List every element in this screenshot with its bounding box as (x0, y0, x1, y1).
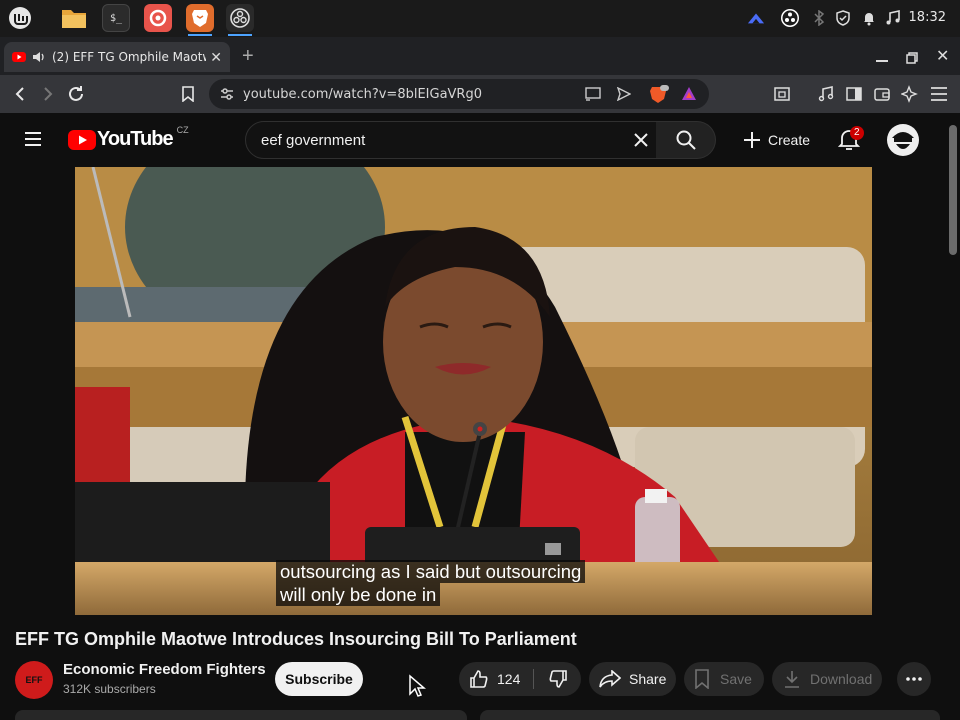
cast-icon[interactable] (585, 87, 601, 101)
media-controls-icon[interactable] (816, 84, 836, 104)
url-text: youtube.com/watch?v=8blEIGaVRg0 (243, 86, 482, 102)
description-box[interactable] (15, 710, 467, 720)
download-button[interactable]: Download (772, 662, 882, 696)
bookmark-icon[interactable] (178, 84, 198, 104)
plus-icon (744, 132, 760, 148)
speaker-icon[interactable] (32, 51, 46, 63)
caption-line-2: will only be done in (276, 583, 441, 606)
address-bar[interactable]: youtube.com/watch?v=8blEIGaVRg0 (209, 79, 709, 109)
subscribe-button[interactable]: Subscribe (275, 662, 363, 696)
obs-icon[interactable] (226, 4, 254, 36)
notification-badge: 2 (850, 126, 864, 140)
close-window-button[interactable]: ✕ (936, 46, 949, 66)
save-button[interactable]: Save (684, 662, 764, 696)
search-icon (676, 130, 696, 150)
video-frame (75, 167, 872, 615)
search-value: eef government (261, 131, 366, 149)
share-button[interactable]: Share (589, 662, 676, 696)
clock[interactable]: 18:32 (909, 10, 946, 25)
clear-search-icon[interactable] (634, 133, 648, 147)
save-icon (695, 669, 709, 689)
menu-icon[interactable] (929, 84, 949, 104)
guide-menu-icon[interactable] (24, 131, 42, 152)
youtube-page: YouTube CZ eef government Create 2 outso… (0, 113, 960, 720)
tab-strip: (2) EFF TG Omphile Maotwe ✕ + ✕ (0, 37, 960, 75)
youtube-play-icon (68, 129, 96, 150)
navigation-bar: youtube.com/watch?v=8blEIGaVRg0 (0, 75, 960, 113)
like-count: 124 (497, 671, 521, 687)
thumbs-down-icon (549, 670, 567, 688)
terminal-icon[interactable]: $_ (102, 4, 130, 32)
share-label: Share (629, 671, 667, 687)
search-input[interactable]: eef government (245, 121, 657, 159)
account-avatar[interactable] (887, 124, 919, 156)
browser-tab[interactable]: (2) EFF TG Omphile Maotwe ✕ (4, 42, 230, 72)
music-note-icon[interactable] (884, 9, 902, 27)
dislike-button[interactable] (534, 662, 581, 696)
thumbs-up-icon (470, 670, 488, 688)
brave-icon[interactable] (186, 4, 214, 36)
channel-avatar-text: EFF (25, 675, 43, 685)
region-code: CZ (176, 124, 189, 135)
reload-button[interactable] (66, 84, 86, 104)
channel-name[interactable]: Economic Freedom Fighters (63, 661, 266, 678)
reading-mode-icon[interactable] (772, 84, 792, 104)
save-label: Save (720, 671, 752, 687)
leo-ai-icon[interactable] (900, 84, 920, 104)
subscriber-count: 312K subscribers (63, 682, 156, 696)
vpn-icon[interactable] (747, 9, 765, 27)
forward-button[interactable] (38, 84, 58, 104)
scrollbar[interactable] (949, 125, 957, 255)
download-icon (785, 671, 799, 688)
tab-title: (2) EFF TG Omphile Maotwe (52, 50, 207, 64)
notifications-button[interactable]: 2 (837, 126, 864, 157)
site-settings-icon[interactable] (220, 87, 234, 101)
browser-app-icon[interactable] (144, 4, 172, 32)
minimize-button[interactable] (876, 60, 888, 62)
more-horizontal-icon (906, 677, 922, 681)
logo-text: YouTube (97, 128, 174, 150)
create-label: Create (768, 132, 811, 148)
more-actions-button[interactable] (897, 662, 931, 696)
mouse-cursor-icon (409, 674, 426, 697)
wallet-icon[interactable] (872, 84, 892, 104)
create-button[interactable]: Create (742, 130, 810, 150)
like-button[interactable]: 124 (459, 662, 533, 696)
brave-shields-icon[interactable] (649, 84, 669, 104)
youtube-logo[interactable]: YouTube CZ (68, 124, 189, 151)
shield-icon[interactable] (834, 9, 852, 27)
file-manager-icon[interactable] (60, 4, 88, 32)
related-panel[interactable] (480, 710, 940, 720)
back-button[interactable] (10, 84, 30, 104)
sidebar-toggle-icon[interactable] (844, 84, 864, 104)
channel-avatar[interactable]: EFF (15, 661, 53, 699)
system-taskbar: $_ 18:32 (0, 0, 960, 37)
brave-rewards-icon[interactable] (681, 86, 697, 102)
download-label: Download (810, 671, 873, 687)
notifications-tray-icon[interactable] (860, 9, 878, 27)
obs-tray-icon[interactable] (780, 8, 800, 28)
mint-menu-icon[interactable] (6, 4, 34, 32)
share-icon (599, 670, 621, 688)
restore-button[interactable] (906, 51, 918, 69)
send-icon[interactable] (617, 87, 631, 101)
video-player[interactable]: outsourcing as I said but outsourcing wi… (75, 167, 872, 615)
search-button[interactable] (656, 121, 716, 159)
bluetooth-icon[interactable] (810, 9, 828, 27)
like-dislike-group: 124 (459, 662, 581, 696)
video-title: EFF TG Omphile Maotwe Introduces Insourc… (15, 629, 577, 649)
tab-close-icon[interactable]: ✕ (210, 49, 222, 66)
youtube-favicon-icon (12, 52, 26, 62)
caption-line-1: outsourcing as I said but outsourcing (276, 560, 586, 583)
new-tab-button[interactable]: + (242, 45, 254, 68)
